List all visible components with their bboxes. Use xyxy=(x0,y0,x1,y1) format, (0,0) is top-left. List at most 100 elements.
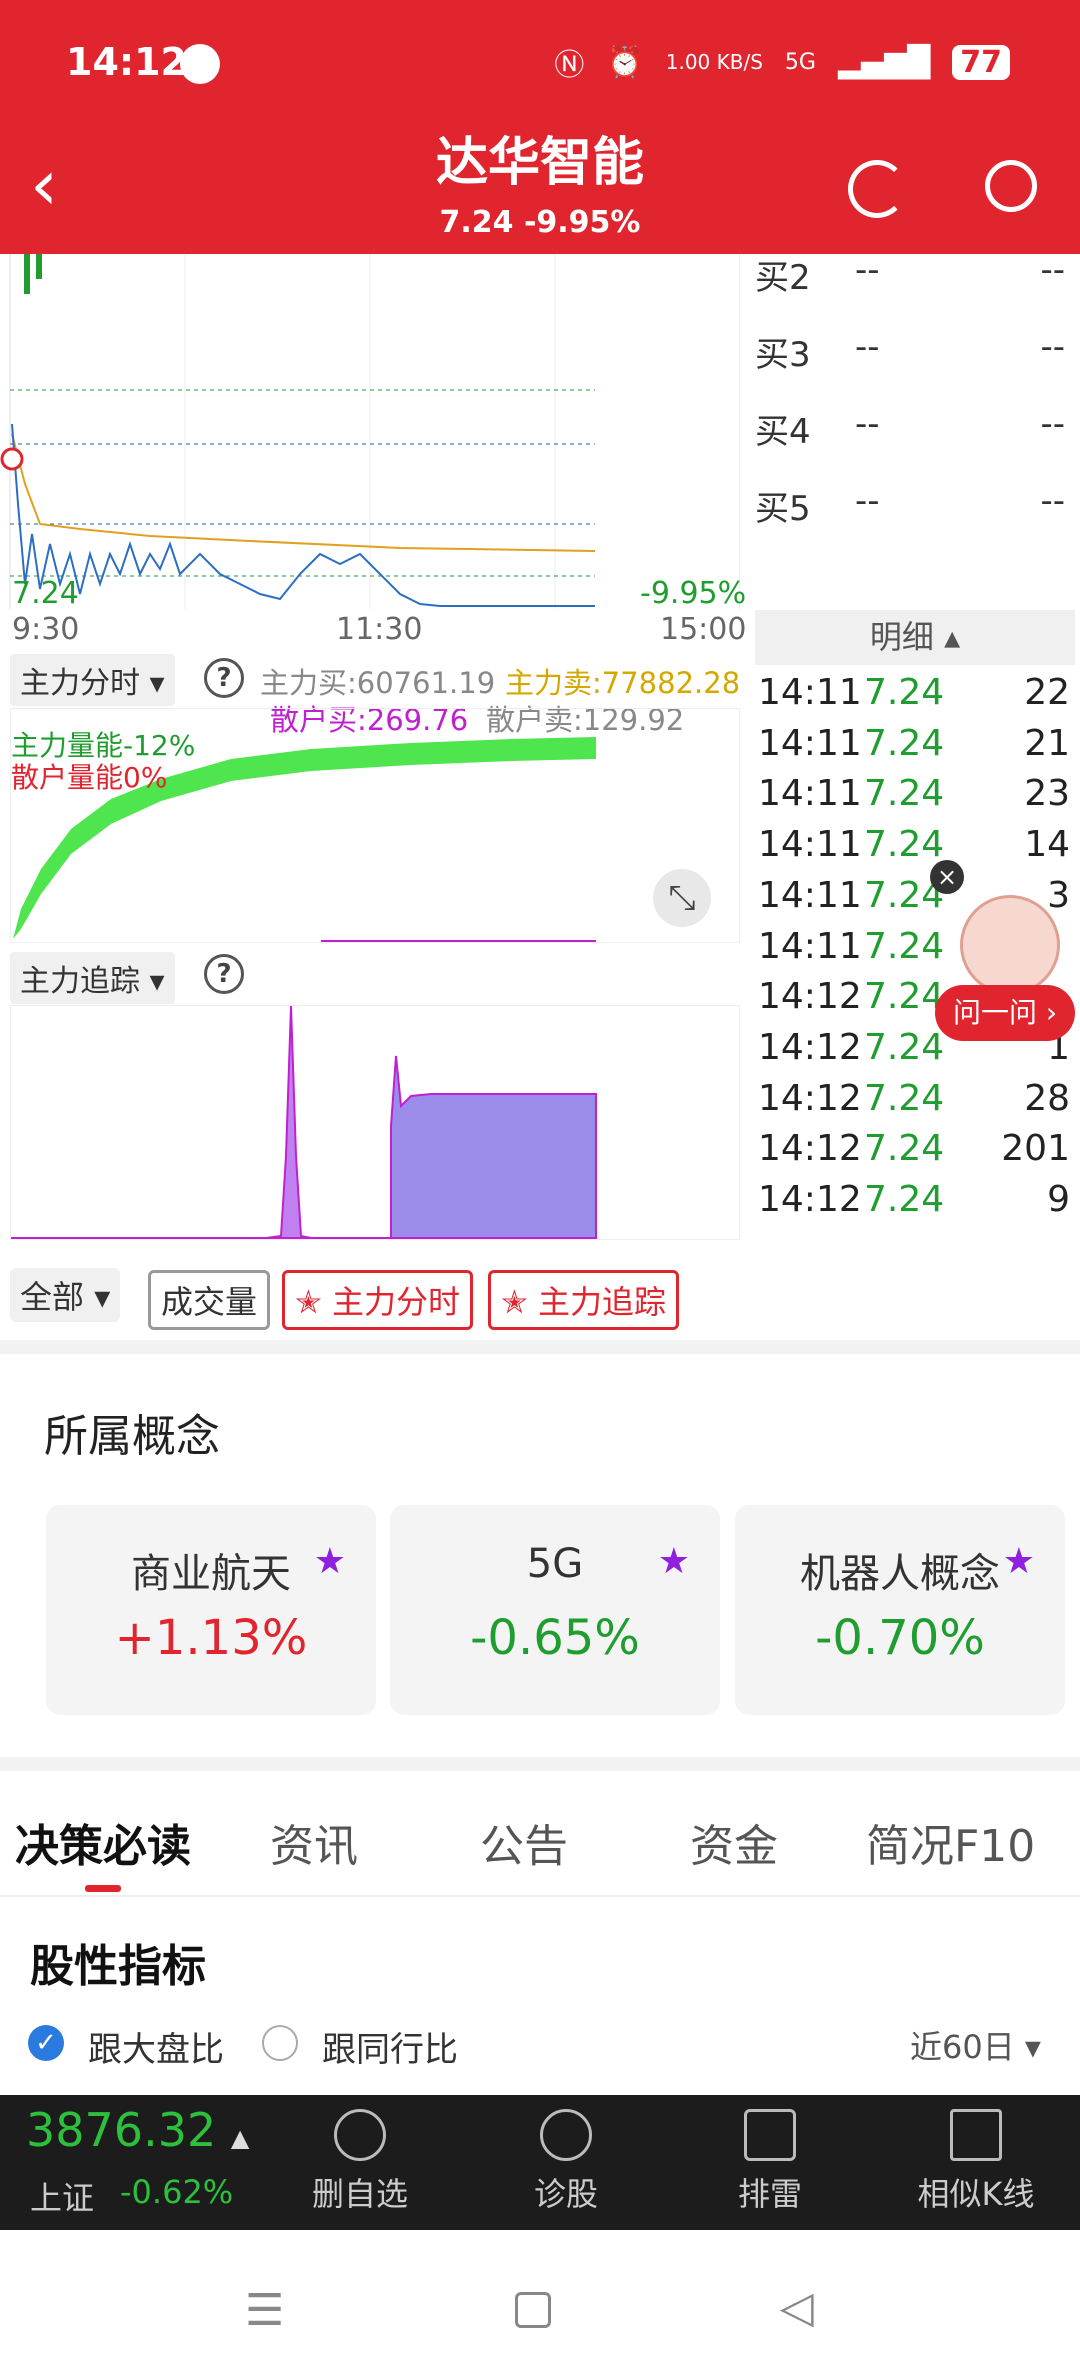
index-name: 上证 xyxy=(30,2179,95,2217)
concepts-title: 所属概念 xyxy=(44,1411,220,1462)
concept-card[interactable]: 商业航天 ★ +1.13% xyxy=(46,1505,376,1715)
star-icon[interactable]: ★ xyxy=(1003,1541,1035,1582)
tick-row: 14:11 7.24 23 xyxy=(758,773,1078,814)
tick-volume: 201 xyxy=(1001,1128,1070,1170)
tick-row: 14:11 7.24 14 xyxy=(758,824,1078,865)
back-nav-icon[interactable]: ◁ xyxy=(780,2282,814,2333)
star-icon[interactable]: ★ xyxy=(314,1541,346,1582)
home-icon[interactable] xyxy=(515,2292,551,2328)
remove-watchlist-label: 删自选 xyxy=(311,2175,408,2213)
radio-unchecked-icon[interactable] xyxy=(262,2025,298,2061)
fund-flow-chart[interactable]: 主力量能-12% 散户量能0% ⤡ xyxy=(10,708,740,943)
night-mode-icon[interactable] xyxy=(848,160,906,218)
main-tracking-chart[interactable] xyxy=(10,1005,740,1240)
ask-button[interactable]: 问一问 › xyxy=(935,985,1075,1041)
status-icons: Ⓝ ⏰ 1.00 KB/S 5G ▂▄▆█ 77 xyxy=(554,40,1010,84)
tick-time: 14:12 xyxy=(758,1128,862,1170)
order-label: 买4 xyxy=(755,412,811,452)
risk-scan-button[interactable]: 排雷 xyxy=(700,2109,840,2215)
network-type: 5G xyxy=(784,49,816,75)
main-timeshare-dropdown[interactable]: 主力分时 ▾ xyxy=(10,654,175,706)
network-speed: 1.00 KB/S xyxy=(665,50,763,74)
tick-price: 7.24 xyxy=(864,722,945,764)
main-tracking-dropdown[interactable]: 主力追踪 ▾ xyxy=(10,952,175,1004)
order-label: 买5 xyxy=(755,489,811,529)
tick-price: 7.24 xyxy=(864,773,945,815)
minus-circle-icon xyxy=(334,2109,386,2161)
signal-icon: ▂▄▆█ xyxy=(837,44,931,80)
stock-price-change: 7.24 -9.95% xyxy=(439,205,641,240)
tracking-svg xyxy=(11,1005,597,1239)
tick-row: 14:11 7.24 22 xyxy=(758,672,1078,713)
tab-announcement[interactable]: 公告 xyxy=(480,1810,568,1874)
time-end: 15:00 xyxy=(660,612,747,647)
concept-card[interactable]: 机器人概念 ★ -0.70% xyxy=(735,1505,1065,1715)
divider xyxy=(0,1757,1080,1771)
order-book-row: 买3 -- -- xyxy=(755,327,1065,376)
star-icon: ✭ xyxy=(501,1283,528,1321)
filter-main-time-label: 主力分时 xyxy=(331,1283,460,1321)
filter-all[interactable]: 全部 ▾ xyxy=(10,1268,121,1322)
tick-row: 14:12 7.24 28 xyxy=(758,1078,1078,1119)
close-icon[interactable]: × xyxy=(930,860,964,894)
order-price: -- xyxy=(855,250,880,290)
concept-card[interactable]: 5G ★ -0.65% xyxy=(390,1505,720,1715)
help-icon[interactable]: ? xyxy=(204,658,244,698)
concept-change: -0.65% xyxy=(470,1610,640,1666)
tick-volume: 28 xyxy=(1024,1077,1070,1119)
tracking-help-icon[interactable]: ? xyxy=(204,954,244,994)
price-chart[interactable]: 7.24 -9.95% xyxy=(0,254,746,611)
filter-main-track[interactable]: ✭ 主力追踪 xyxy=(488,1270,679,1330)
indicator-title: 股性指标 xyxy=(30,1941,206,1992)
ai-assistant[interactable]: × 问一问 › xyxy=(930,860,1080,1041)
tick-time: 14:12 xyxy=(758,1179,862,1220)
tick-time: 14:12 xyxy=(758,1026,862,1068)
battery-indicator: 77 xyxy=(952,44,1010,80)
period-selector[interactable]: 近60日 ▾ xyxy=(910,2022,1041,2068)
radio-checked-icon[interactable]: ✓ xyxy=(28,2025,64,2061)
main-tracking-label: 主力追踪 xyxy=(20,964,140,999)
period-label: 近60日 xyxy=(910,2028,1015,2066)
main-buy-value: 主力买:60761.19 xyxy=(260,666,496,700)
bottom-bar: 3876.32 ▲ 上证 -0.62% 删自选 诊股 排雷 相似K线 xyxy=(0,2095,1080,2230)
expand-icon[interactable]: ⤡ xyxy=(653,869,711,927)
tick-price: 7.24 xyxy=(864,672,945,713)
tick-price: 7.24 xyxy=(864,1179,945,1220)
bar-chart-icon xyxy=(950,2109,1002,2161)
filter-main-track-label: 主力追踪 xyxy=(537,1283,666,1321)
tick-time: 14:11 xyxy=(758,824,862,866)
remove-watchlist-button[interactable]: 删自选 xyxy=(290,2109,430,2215)
index-change: -0.62% xyxy=(120,2173,234,2211)
order-vol: -- xyxy=(1040,404,1065,444)
ticks-header[interactable]: 明细 ▴ xyxy=(755,610,1075,665)
filter-main-time[interactable]: ✭ 主力分时 xyxy=(282,1270,473,1330)
order-price: -- xyxy=(855,404,880,444)
search-icon[interactable] xyxy=(985,160,1037,212)
order-price: -- xyxy=(855,327,880,367)
tick-volume: 23 xyxy=(1024,773,1070,815)
tab-decision[interactable]: 决策必读 xyxy=(15,1810,191,1874)
diagnose-button[interactable]: 诊股 xyxy=(496,2109,636,2215)
similar-kline-button[interactable]: 相似K线 xyxy=(906,2109,1046,2215)
divider xyxy=(0,1340,1080,1354)
star-icon[interactable]: ★ xyxy=(658,1541,690,1582)
order-book-row: 买4 -- -- xyxy=(755,404,1065,453)
index-value[interactable]: 3876.32 ▲ xyxy=(26,2103,249,2157)
option-vs-market[interactable]: 跟大盘比 xyxy=(88,2022,224,2071)
menu-icon[interactable]: ☰ xyxy=(245,2285,284,2336)
option-vs-peers[interactable]: 跟同行比 xyxy=(322,2022,458,2071)
tick-price: 7.24 xyxy=(864,1077,945,1119)
price-chart-svg xyxy=(0,254,596,609)
time-mid: 11:30 xyxy=(336,612,423,647)
filter-volume[interactable]: 成交量 xyxy=(148,1270,271,1330)
diagnose-label: 诊股 xyxy=(533,2175,598,2213)
tick-price: 7.24 xyxy=(864,824,945,866)
order-price: -- xyxy=(855,481,880,521)
tab-news[interactable]: 资讯 xyxy=(270,1810,358,1874)
tab-f10[interactable]: 简况F10 xyxy=(866,1810,1035,1874)
order-vol: -- xyxy=(1040,481,1065,521)
main-timeshare-label: 主力分时 xyxy=(20,666,140,701)
tab-funds[interactable]: 资金 xyxy=(690,1810,778,1874)
arrow-up-icon: ▲ xyxy=(230,2124,250,2152)
divider xyxy=(0,1895,1080,1897)
